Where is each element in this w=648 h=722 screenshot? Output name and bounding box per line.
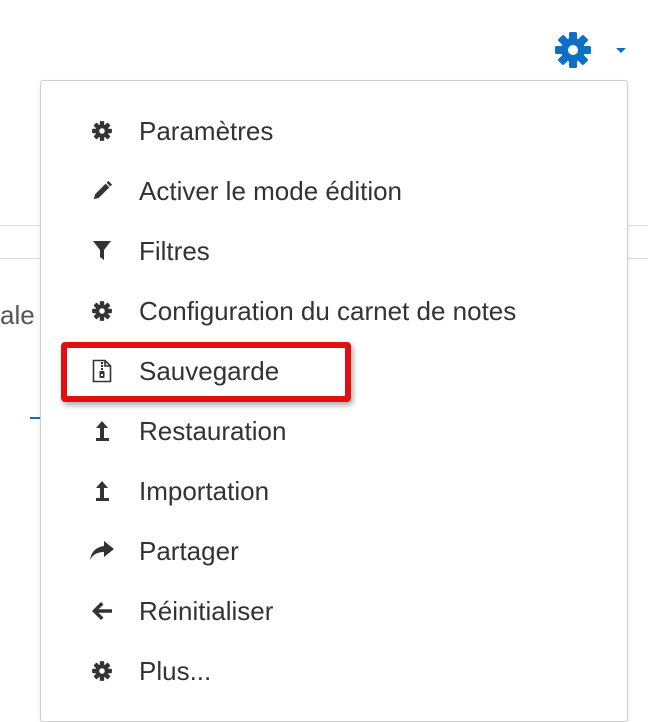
- menu-item-activer-edition[interactable]: Activer le mode édition: [89, 169, 609, 213]
- menu-item-label: Sauvegarde: [139, 355, 280, 386]
- gear-icon: [89, 118, 115, 144]
- actions-menu-toggle[interactable]: [553, 30, 633, 74]
- background-link-fragment: [30, 417, 40, 419]
- pencil-icon: [89, 178, 115, 204]
- menu-item-label: Restauration: [139, 415, 287, 446]
- share-arrow-icon: [89, 538, 115, 564]
- backup-file-icon: [89, 358, 115, 384]
- menu-item-label: Paramètres: [139, 115, 274, 146]
- menu-item-label: Réinitialiser: [139, 595, 274, 626]
- actions-dropdown-menu: Paramètres Activer le mode édition Filtr…: [40, 80, 628, 722]
- upload-arrow-icon: [89, 418, 115, 444]
- gear-icon: [89, 658, 115, 684]
- menu-item-filtres[interactable]: Filtres: [89, 229, 609, 273]
- menu-item-label: Configuration du carnet de notes: [139, 295, 517, 326]
- back-arrow-icon: [89, 598, 115, 624]
- gear-icon: [89, 298, 115, 324]
- menu-item-configuration-carnet[interactable]: Configuration du carnet de notes: [89, 289, 609, 333]
- upload-arrow-icon: [89, 478, 115, 504]
- background-partial-text: ale: [0, 300, 35, 330]
- menu-item-label: Plus...: [139, 655, 212, 686]
- menu-item-partager[interactable]: Partager: [89, 529, 609, 573]
- menu-item-label: Importation: [139, 475, 270, 506]
- menu-item-sauvegarde[interactable]: Sauvegarde: [89, 349, 609, 393]
- menu-item-label: Filtres: [139, 235, 210, 266]
- menu-item-restauration[interactable]: Restauration: [89, 409, 609, 453]
- menu-item-parametres[interactable]: Paramètres: [89, 109, 609, 153]
- caret-down-icon: [616, 48, 626, 53]
- menu-item-label: Activer le mode édition: [139, 175, 403, 206]
- menu-item-plus[interactable]: Plus...: [89, 649, 609, 693]
- menu-item-importation[interactable]: Importation: [89, 469, 609, 513]
- menu-item-reinitialiser[interactable]: Réinitialiser: [89, 589, 609, 633]
- menu-item-label: Partager: [139, 535, 239, 566]
- gear-icon: [555, 32, 591, 68]
- filter-icon: [89, 238, 115, 264]
